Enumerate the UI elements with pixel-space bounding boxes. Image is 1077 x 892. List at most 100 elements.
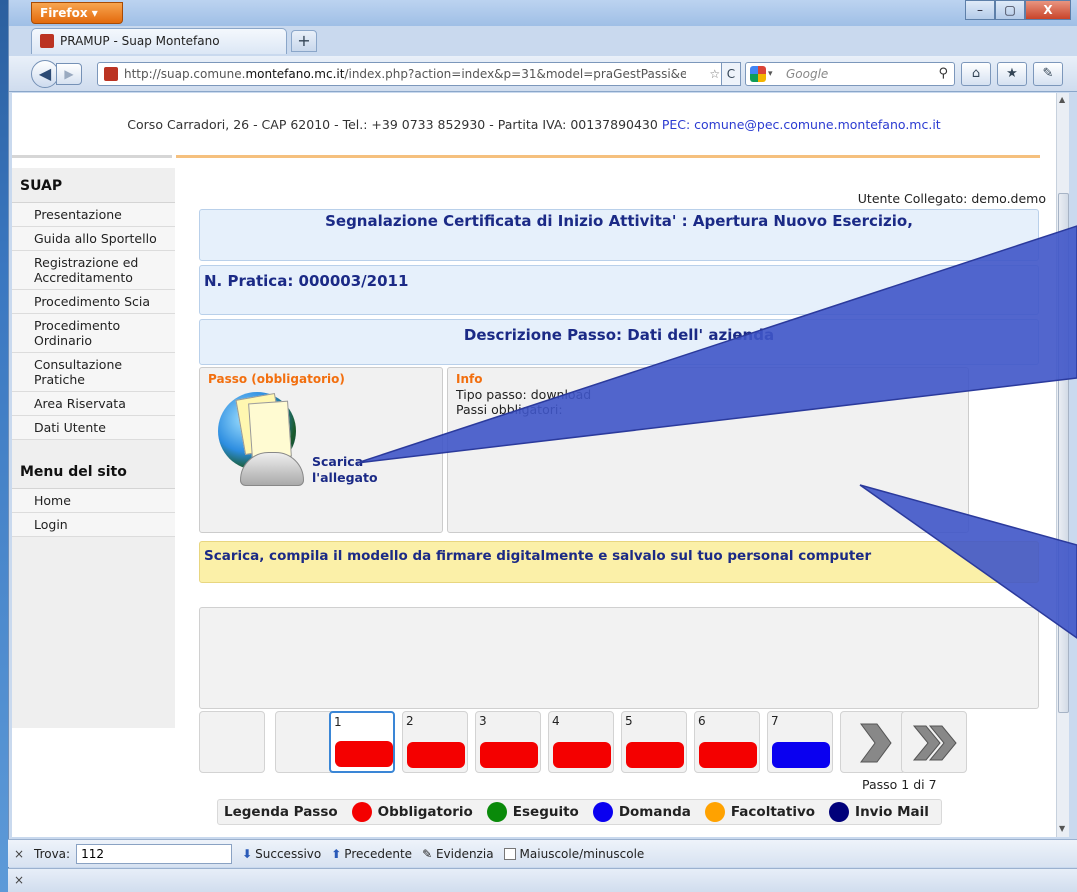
content-panel (199, 607, 1039, 709)
addon-icon[interactable]: ✎ (1033, 62, 1063, 86)
legend-dot-red (351, 802, 372, 822)
sidebar: SUAP Presentazione Guida allo Sportello … (12, 168, 175, 728)
url-bar[interactable]: http://suap.comune.montefano.mc.it/index… (97, 62, 735, 86)
address-text: Corso Carradori, 26 - CAP 62010 - Tel.: … (127, 117, 662, 132)
page-scrollbar[interactable]: ▲ ▼ (1056, 93, 1069, 837)
sidebar-item-procedimento-ordinario[interactable]: Procedimento Ordinario (12, 314, 175, 353)
info-panel: Info Tipo passo: download Passi obbligat… (447, 367, 969, 533)
download-link-line1: Scarica (312, 454, 364, 469)
last-step-button[interactable] (901, 711, 967, 773)
site-favicon-icon (40, 34, 54, 48)
navigation-toolbar: ◀ ▶ http://suap.comune.montefano.mc.it/i… (9, 56, 1077, 92)
pencil-icon: ✎ (422, 846, 436, 861)
tab-pramup[interactable]: PRAMUP - Suap Montefano (31, 28, 287, 54)
sidebar-title-menu: Menu del sito (12, 454, 175, 489)
url-prefix: http://suap.comune. (124, 67, 246, 81)
scroll-up-icon[interactable]: ▲ (1059, 95, 1065, 104)
maximize-button[interactable]: ▢ (995, 0, 1025, 20)
arrow-down-icon: ⬇ (242, 846, 253, 861)
close-window-button[interactable]: X (1025, 0, 1071, 20)
sidebar-title-suap: SUAP (12, 168, 175, 203)
search-placeholder: Google (786, 67, 829, 81)
next-step-button[interactable] (840, 711, 906, 773)
forward-button[interactable]: ▶ (56, 63, 82, 85)
divider (12, 155, 172, 158)
step-1[interactable]: 1 (329, 711, 395, 773)
sidebar-item-registrazione[interactable]: Registrazione ed Accreditamento (12, 251, 175, 290)
legend-invio-mail: Invio Mail (855, 804, 929, 820)
back-forward-group: ◀ ▶ (31, 60, 95, 88)
find-label: Trova: (34, 846, 71, 861)
reload-icon[interactable]: C (721, 62, 741, 86)
sidebar-item-dati-utente[interactable]: Dati Utente (12, 416, 175, 440)
legend-dot-orange (704, 802, 725, 822)
home-icon[interactable]: ⌂ (961, 62, 991, 86)
match-case-checkbox[interactable]: Maiuscole/minuscole (503, 847, 644, 861)
pratica-title: Segnalazione Certificata di Inizio Attiv… (199, 209, 1039, 261)
logged-user: Utente Collegato: demo.demo (857, 191, 1046, 206)
orange-divider (176, 155, 1040, 158)
window-controls: – ▢ X (965, 0, 1071, 20)
step-7[interactable]: 7 (767, 711, 833, 773)
legend-dot-blue (592, 802, 613, 822)
sidebar-item-consultazione[interactable]: Consultazione Pratiche (12, 353, 175, 392)
step-3[interactable]: 3 (475, 711, 541, 773)
sidebar-item-login[interactable]: Login (12, 513, 175, 537)
minimize-button[interactable]: – (965, 0, 995, 20)
search-icon[interactable]: ⚲ (938, 63, 948, 85)
legend-eseguito: Eseguito (512, 804, 579, 820)
sidebar-item-home[interactable]: Home (12, 489, 175, 513)
page-counter: Passo 1 di 7 (862, 777, 937, 792)
legend-facoltativo: Facoltativo (730, 804, 816, 820)
url-domain: montefano.mc.it (245, 67, 345, 81)
legend-obbligatorio: Obbligatorio (377, 804, 473, 820)
step-description: Descrizione Passo: Dati dell' azienda (199, 319, 1039, 365)
pratica-number: N. Pratica: 000003/2011 (199, 265, 1039, 315)
passo-label: Passo (obbligatorio) (208, 372, 345, 386)
info-step-type: Tipo passo: download (456, 387, 592, 402)
chevron-right-icon (860, 723, 892, 763)
google-icon[interactable] (750, 66, 766, 82)
close-statusbar-icon[interactable]: × (14, 873, 24, 887)
sidebar-item-area-riservata[interactable]: Area Riservata (12, 392, 175, 416)
step-4[interactable]: 4 (548, 711, 614, 773)
tab-bar: PRAMUP - Suap Montefano + (9, 28, 1077, 54)
step-5[interactable]: 5 (621, 711, 687, 773)
sidebar-item-procedimento-scia[interactable]: Procedimento Scia (12, 290, 175, 314)
scrollbar-thumb[interactable] (1058, 193, 1069, 713)
suap-menu: Presentazione Guida allo Sportello Regis… (12, 203, 175, 440)
close-find-icon[interactable]: × (8, 847, 30, 861)
bookmarks-icon[interactable]: ★ (997, 62, 1027, 86)
sidebar-item-presentazione[interactable]: Presentazione (12, 203, 175, 227)
legend-dot-navy (829, 802, 850, 822)
find-input[interactable] (76, 843, 233, 864)
scroll-down-icon[interactable]: ▼ (1059, 824, 1065, 833)
instruction-banner: Scarica, compila il modello da firmare d… (199, 541, 1039, 583)
document-icon (248, 400, 292, 460)
toolbar-icons: ⌂ ★ ✎ (961, 62, 1063, 86)
web-page: Corso Carradori, 26 - CAP 62010 - Tel.: … (12, 93, 1056, 837)
arrow-up-icon: ⬆ (331, 846, 342, 861)
legend-domanda: Domanda (618, 804, 691, 820)
new-tab-button[interactable]: + (291, 30, 317, 52)
back-button[interactable]: ◀ (31, 60, 59, 88)
site-menu: Home Login (12, 489, 175, 537)
info-label: Info (456, 372, 483, 386)
find-previous-button[interactable]: ⬆ Precedente (331, 847, 412, 861)
info-mandatory-steps: Passi obbligatori: (456, 402, 563, 417)
download-attachment-link[interactable]: Scarica l'allegato (312, 454, 378, 486)
firefox-menu-button[interactable]: Firefox ▾ (31, 2, 123, 24)
step-6[interactable]: 6 (694, 711, 760, 773)
find-next-button[interactable]: ⬇ Successivo (242, 847, 321, 861)
search-bar[interactable]: ▾ Google ⚲ (745, 62, 955, 86)
legend-dot-green (486, 802, 507, 822)
highlight-button[interactable]: ✎ Evidenzia (422, 847, 493, 861)
legend: Legenda Passo Obbligatorio Eseguito Doma… (217, 799, 942, 825)
step-2[interactable]: 2 (402, 711, 468, 773)
step-navigator: 1 2 3 4 5 6 7 (199, 711, 1039, 777)
sidebar-item-guida[interactable]: Guida allo Sportello (12, 227, 175, 251)
search-engine-dropdown-icon[interactable]: ▾ (768, 63, 773, 85)
site-identity-icon[interactable] (104, 67, 118, 81)
passo-panel: Passo (obbligatorio) Scarica l'allegato (199, 367, 443, 533)
pec-link[interactable]: PEC: comune@pec.comune.montefano.mc.it (662, 117, 941, 132)
